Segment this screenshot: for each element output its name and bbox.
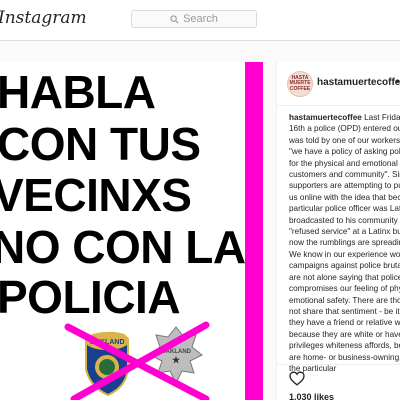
avatar[interactable]: HASTA MUERTE COFFEE	[287, 71, 313, 97]
actions-divider	[277, 364, 400, 365]
caption-paragraph-2: We know in our experience working in cam…	[289, 249, 400, 373]
instagram-logo[interactable]: Instagram	[0, 8, 87, 28]
likes-count[interactable]: 1,030 likes	[289, 392, 334, 400]
search-input[interactable]: Search	[131, 10, 257, 28]
image-text-line-1: HABLA	[0, 66, 156, 118]
top-navigation-bar: Instagram Search	[0, 0, 400, 41]
caption-username[interactable]: hastamuertecoffee	[289, 113, 362, 122]
post-caption: hastamuertecoffee Last Friday, November …	[289, 112, 400, 374]
search-icon	[170, 14, 179, 24]
post-container: HABLA CON TUS VECINXS NO CON LA POLICIA …	[0, 62, 400, 400]
post-details-panel: HASTA MUERTE COFFEE hastamuertecoffee • …	[276, 62, 400, 400]
svg-text:★: ★	[172, 355, 181, 365]
pink-accent-bar	[245, 62, 263, 400]
more-options-button[interactable]: •	[396, 77, 400, 88]
post-image[interactable]: HABLA CON TUS VECINXS NO CON LA POLICIA …	[0, 62, 245, 400]
image-text-line-5: POLICIA	[0, 271, 181, 323]
image-text-line-2: CON TUS	[0, 118, 201, 170]
search-placeholder: Search	[183, 13, 218, 25]
image-text-line-4: NO CON LA	[0, 221, 245, 273]
avatar-text-line-3: COFFEE	[289, 85, 311, 92]
police-badges-crossed-out: OAKLAND OAKLAND ★	[64, 321, 210, 400]
caption-paragraph-1: Last Friday, November 16th a police (OPD…	[289, 113, 400, 248]
image-text-line-3: VECINXS	[0, 169, 192, 221]
author-username[interactable]: hastamuertecoffee	[317, 77, 400, 88]
header-divider	[277, 105, 400, 106]
heart-icon[interactable]	[289, 371, 305, 386]
